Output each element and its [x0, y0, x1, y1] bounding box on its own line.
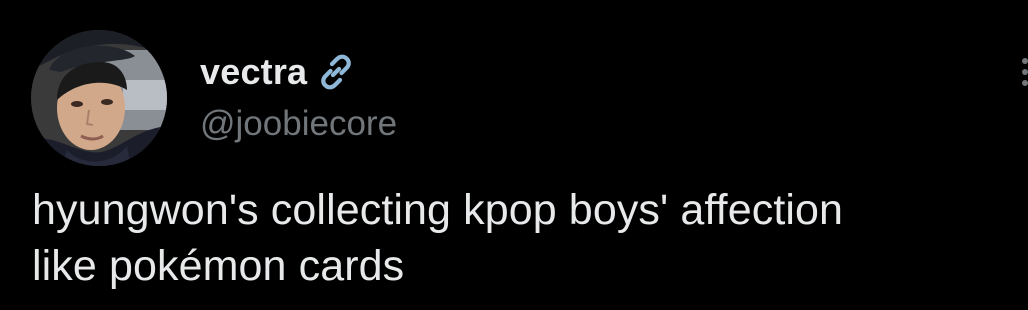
tweet-text: hyungwon's collecting kpop boys' affecti…: [32, 186, 844, 290]
profile-photo: [31, 30, 167, 166]
user-handle[interactable]: @joobiecore: [200, 104, 397, 144]
avatar[interactable]: [31, 30, 167, 166]
link-icon: [316, 52, 356, 92]
more-options-icon[interactable]: [1016, 52, 1028, 92]
display-name[interactable]: vectra: [200, 51, 307, 93]
tweet: vectra @joobiecore hyungwon's collecting…: [0, 0, 1028, 310]
tweet-header: vectra @joobiecore: [200, 50, 397, 144]
name-row: vectra: [200, 50, 397, 94]
